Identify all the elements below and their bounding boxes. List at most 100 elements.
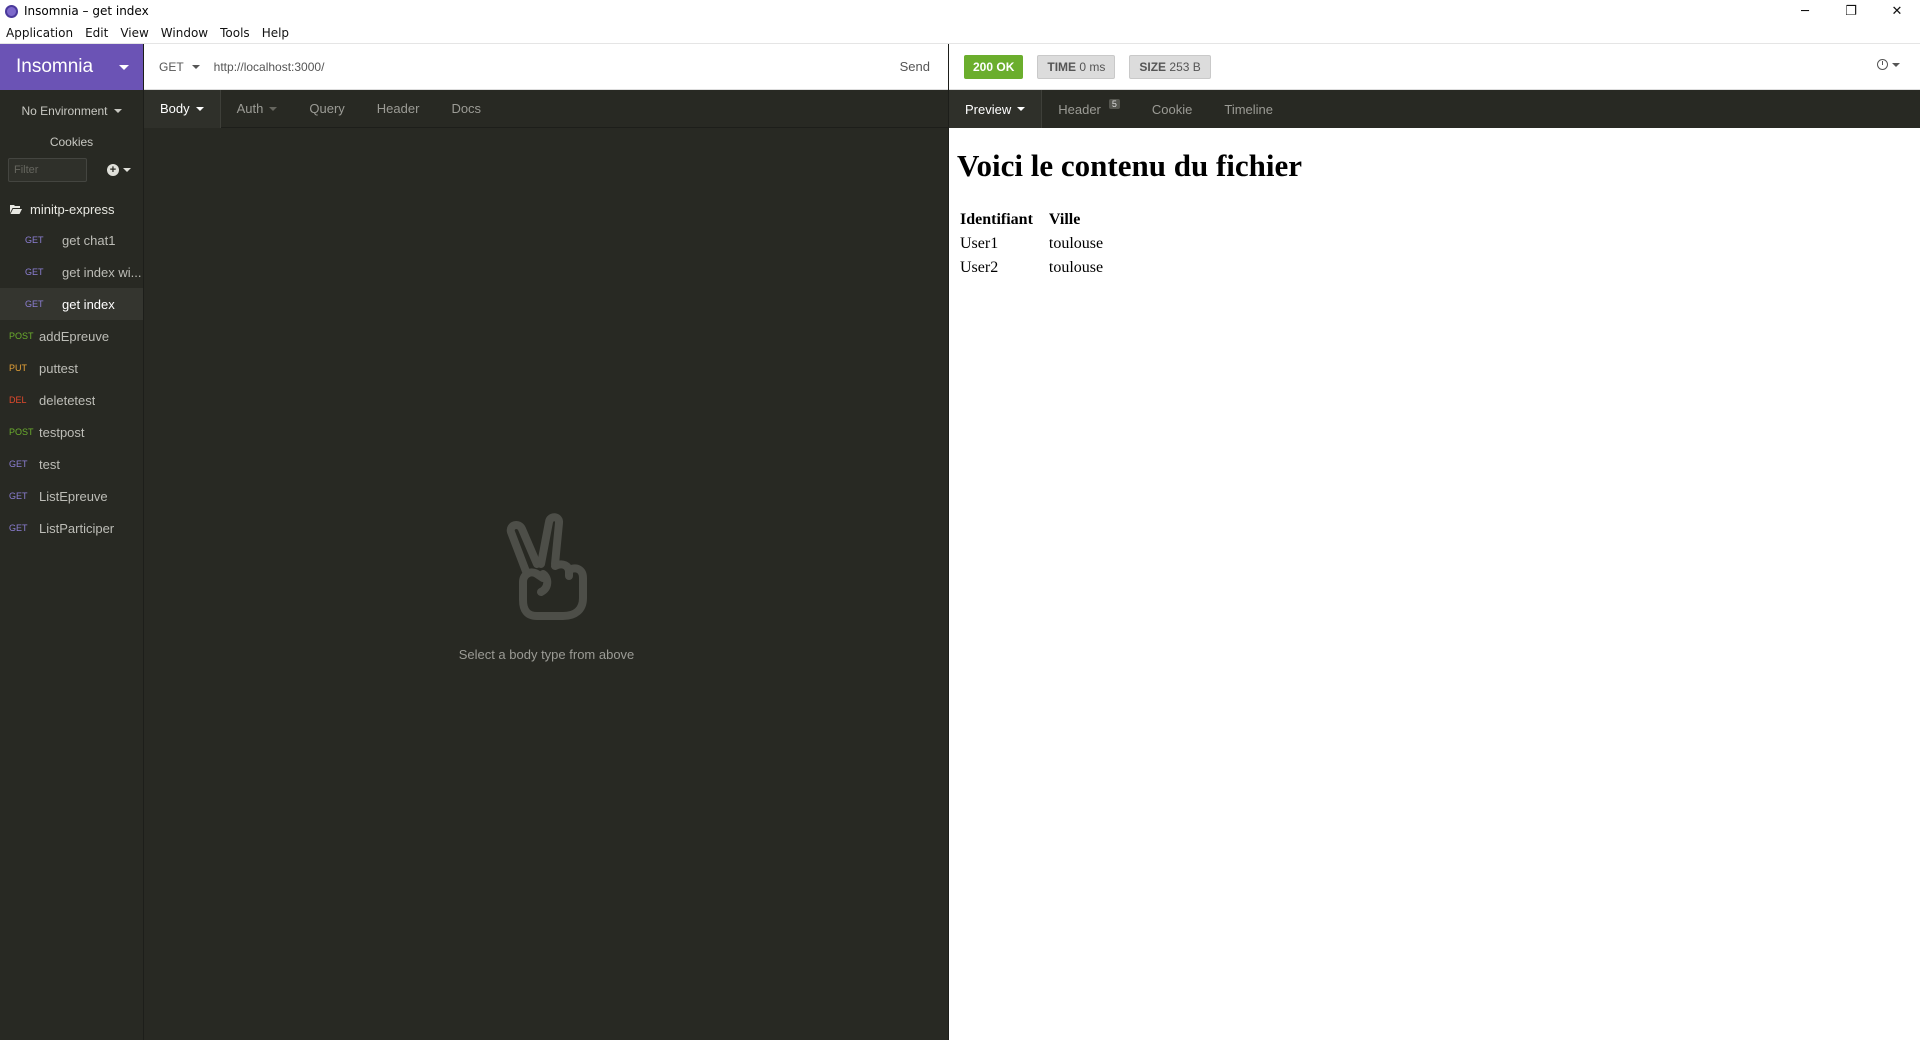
tab-preview[interactable]: Preview — [949, 90, 1043, 128]
chevron-down-icon — [123, 168, 131, 172]
request-label: test — [39, 456, 60, 472]
filter-input[interactable] — [8, 158, 87, 182]
insomnia-app-icon — [5, 4, 18, 18]
empty-state: Select a body type from above — [144, 512, 949, 662]
peace-hand-icon — [506, 513, 587, 620]
tab-response-header[interactable]: Header 5 — [1042, 90, 1136, 128]
tab-docs[interactable]: Docs — [435, 90, 497, 128]
header-count-badge: 5 — [1108, 99, 1120, 109]
status-badge: 200 OK — [964, 54, 1024, 79]
url-input[interactable]: http://localhost:3000/ — [214, 60, 900, 74]
method-badge: GET — [9, 523, 28, 533]
request-label: deletetest — [39, 392, 96, 408]
request-label: get index wi... — [62, 264, 142, 280]
time-label: TIME — [1047, 59, 1077, 74]
menu-help[interactable]: Help — [256, 26, 295, 40]
filter-row: + — [0, 152, 143, 188]
table-cell: User1 — [960, 235, 999, 252]
tab-query[interactable]: Query — [293, 90, 360, 128]
method-badge: GET — [9, 491, 28, 501]
request-label: get index — [62, 296, 115, 312]
close-button[interactable]: ✕ — [1874, 0, 1920, 22]
request-item[interactable]: GET test — [0, 448, 143, 480]
add-request-button[interactable]: + — [107, 164, 131, 176]
restore-button[interactable]: ❐ — [1828, 0, 1874, 22]
request-item[interactable]: PUT puttest — [0, 352, 143, 384]
method-badge: DEL — [9, 395, 27, 405]
window-title: Insomnia – get index — [24, 4, 149, 18]
menu-application[interactable]: Application — [0, 26, 79, 40]
sidebar: Insomnia No Environment Cookies + minitp… — [0, 44, 144, 1040]
tab-cookie[interactable]: Cookie — [1136, 90, 1208, 128]
table-row: User2 toulouse — [959, 258, 1104, 280]
request-label: ListEpreuve — [39, 488, 108, 504]
chevron-down-icon — [195, 106, 204, 111]
workspace-menu[interactable]: Insomnia — [0, 44, 143, 90]
tab-body[interactable]: Body — [144, 89, 221, 128]
request-item[interactable]: GET get index wi... — [0, 256, 143, 288]
request-body-panel: Select a body type from above — [144, 128, 949, 1040]
chevron-down-icon — [1892, 62, 1900, 67]
request-item[interactable]: GET ListParticiper — [0, 512, 143, 544]
title-bar: Insomnia – get index ─ ❐ ✕ — [0, 0, 1920, 22]
window-controls: ─ ❐ ✕ — [1782, 0, 1920, 22]
chevron-down-icon — [119, 64, 129, 70]
request-item-active[interactable]: GET get index — [0, 288, 143, 320]
table-row: User1 toulouse — [959, 234, 1104, 256]
method-label: GET — [159, 59, 184, 74]
size-value: 253 B — [1169, 59, 1201, 74]
request-label: addEpreuve — [39, 328, 110, 344]
chevron-down-icon — [1017, 107, 1026, 111]
environment-selector[interactable]: No Environment — [0, 90, 143, 132]
request-item[interactable]: DEL deletetest — [0, 384, 143, 416]
size-badge: SIZE 253 B — [1129, 54, 1211, 79]
chevron-down-icon — [191, 64, 200, 69]
folder-open-icon — [10, 205, 22, 214]
response-tabs: Preview Header 5 Cookie Timeline — [949, 90, 1920, 128]
method-badge: PUT — [9, 363, 27, 373]
method-badge: GET — [25, 267, 44, 277]
tab-header[interactable]: Header — [361, 90, 436, 128]
time-value: 0 ms — [1079, 59, 1106, 74]
cookies-button[interactable]: Cookies — [0, 132, 143, 152]
table-cell: toulouse — [1048, 259, 1104, 276]
method-dropdown[interactable]: GET — [159, 60, 200, 74]
menu-window[interactable]: Window — [155, 26, 214, 40]
tab-preview-label: Preview — [965, 101, 1012, 117]
request-item[interactable]: POST addEpreuve — [0, 320, 143, 352]
request-item[interactable]: GET ListEpreuve — [0, 480, 143, 512]
request-label: testpost — [39, 424, 85, 440]
method-badge: POST — [9, 331, 34, 341]
tab-auth[interactable]: Auth — [221, 90, 294, 128]
folder-label: minitp-express — [30, 201, 115, 217]
tab-response-header-label: Header — [1058, 101, 1101, 117]
minimize-button[interactable]: ─ — [1782, 0, 1828, 22]
size-label: SIZE — [1139, 59, 1167, 74]
request-label: puttest — [39, 360, 79, 376]
time-badge: TIME 0 ms — [1037, 54, 1116, 79]
column-header: Ville — [1048, 211, 1081, 228]
request-item[interactable]: GET get chat1 — [0, 224, 143, 256]
tab-timeline[interactable]: Timeline — [1208, 90, 1289, 128]
request-item[interactable]: POST testpost — [0, 416, 143, 448]
menu-edit[interactable]: Edit — [79, 26, 114, 40]
menu-view[interactable]: View — [114, 26, 154, 40]
empty-state-text: Select a body type from above — [458, 647, 635, 662]
table-header-row: Identifiant Ville — [959, 210, 1104, 232]
preview-table: Identifiant Ville User1 toulouse User2 t… — [957, 208, 1106, 282]
table-cell: toulouse — [1048, 235, 1104, 252]
preview-heading: Voici le contenu du fichier — [957, 148, 1303, 183]
response-bar: 200 OK TIME 0 ms SIZE 253 B — [949, 44, 1920, 90]
tab-auth-label: Auth — [236, 101, 264, 116]
method-badge: GET — [9, 459, 28, 469]
workspace-name: Insomnia — [16, 56, 94, 77]
send-button[interactable]: Send — [900, 59, 930, 74]
method-badge: GET — [25, 235, 44, 245]
menu-tools[interactable]: Tools — [214, 26, 256, 40]
url-bar: GET http://localhost:3000/ Send — [144, 44, 949, 90]
history-button[interactable] — [1877, 59, 1900, 70]
menu-bar: Application Edit View Window Tools Help — [0, 22, 1920, 44]
chevron-down-icon — [113, 109, 122, 113]
chevron-down-icon — [269, 106, 278, 111]
folder-item[interactable]: minitp-express — [0, 194, 143, 224]
